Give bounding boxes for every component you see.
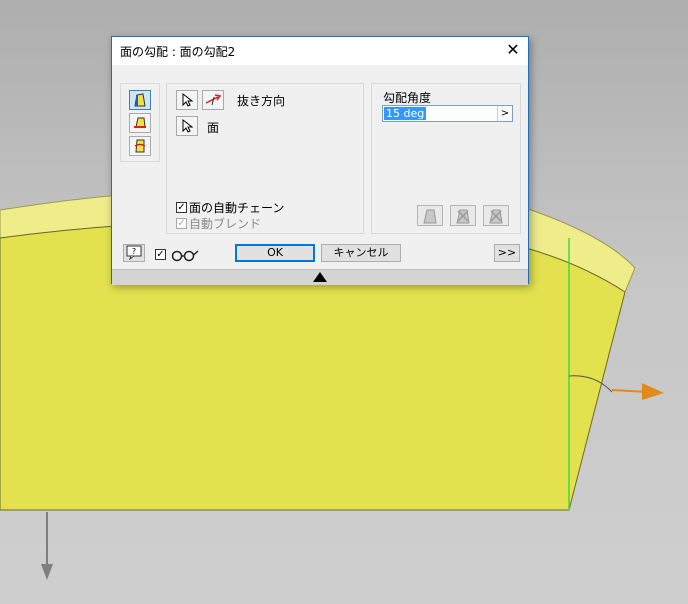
face-remove-icon xyxy=(456,209,470,224)
select-arrow-icon xyxy=(182,119,193,133)
remove-face-button xyxy=(450,205,476,226)
angle-flyout-button[interactable]: > xyxy=(497,106,512,121)
expand-triangle-icon[interactable] xyxy=(313,272,327,282)
down-arrow-icon xyxy=(41,564,53,580)
selection-group: 抜き方向 面 ✓ 面の自動チェーン ✓ 自動ブレンド xyxy=(166,83,364,234)
help-icon: ? xyxy=(126,245,142,261)
direction-arrow-icon[interactable] xyxy=(642,383,664,400)
face-draft-dialog: 面の勾配 : 面の勾配2 ✕ 抜き方向 面 ✓ 面の自動チェーン ✓ 自動ブレン… xyxy=(111,36,529,285)
auto-chain-checkbox[interactable]: ✓ xyxy=(176,202,187,213)
face-clear-icon xyxy=(489,209,503,224)
draft-type-group xyxy=(120,83,160,162)
face-label: 面 xyxy=(207,121,220,135)
glasses-icon xyxy=(170,247,200,266)
fixed-edge-draft-icon[interactable] xyxy=(129,90,151,110)
clear-face-button xyxy=(483,205,509,226)
more-button[interactable]: >> xyxy=(494,244,520,262)
select-arrow-icon xyxy=(182,93,193,107)
preview-checkbox[interactable]: ✓ xyxy=(155,249,166,260)
svg-text:?: ? xyxy=(132,247,136,256)
draft-angle-label: 勾配角度 xyxy=(383,91,432,105)
pull-direction-select-button[interactable] xyxy=(176,90,198,110)
fixed-edge-face-button xyxy=(417,205,443,226)
help-button[interactable]: ? xyxy=(123,244,145,262)
auto-chain-label: 面の自動チェーン xyxy=(189,201,285,215)
parting-line-draft-icon[interactable] xyxy=(129,136,151,156)
fixed-plane-draft-icon[interactable] xyxy=(129,113,151,133)
draft-angle-value: 15 deg xyxy=(384,107,427,120)
dialog-title: 面の勾配 : 面の勾配2 xyxy=(120,45,236,59)
auto-blend-checkbox: ✓ xyxy=(176,218,187,229)
cancel-button[interactable]: キャンセル xyxy=(321,244,401,262)
dialog-titlebar[interactable]: 面の勾配 : 面の勾配2 ✕ xyxy=(112,37,528,65)
close-button[interactable]: ✕ xyxy=(498,37,528,65)
face-draft-icon xyxy=(423,209,437,224)
pull-direction-label: 抜き方向 xyxy=(237,94,286,108)
dialog-expand-bar[interactable] xyxy=(112,269,528,285)
draft-angle-input[interactable]: 15 deg > xyxy=(382,105,513,122)
flip-direction-icon[interactable] xyxy=(202,90,224,110)
auto-blend-label: 自動ブレンド xyxy=(189,217,262,231)
ok-button[interactable]: OK xyxy=(235,244,315,262)
face-select-button[interactable] xyxy=(176,116,198,136)
